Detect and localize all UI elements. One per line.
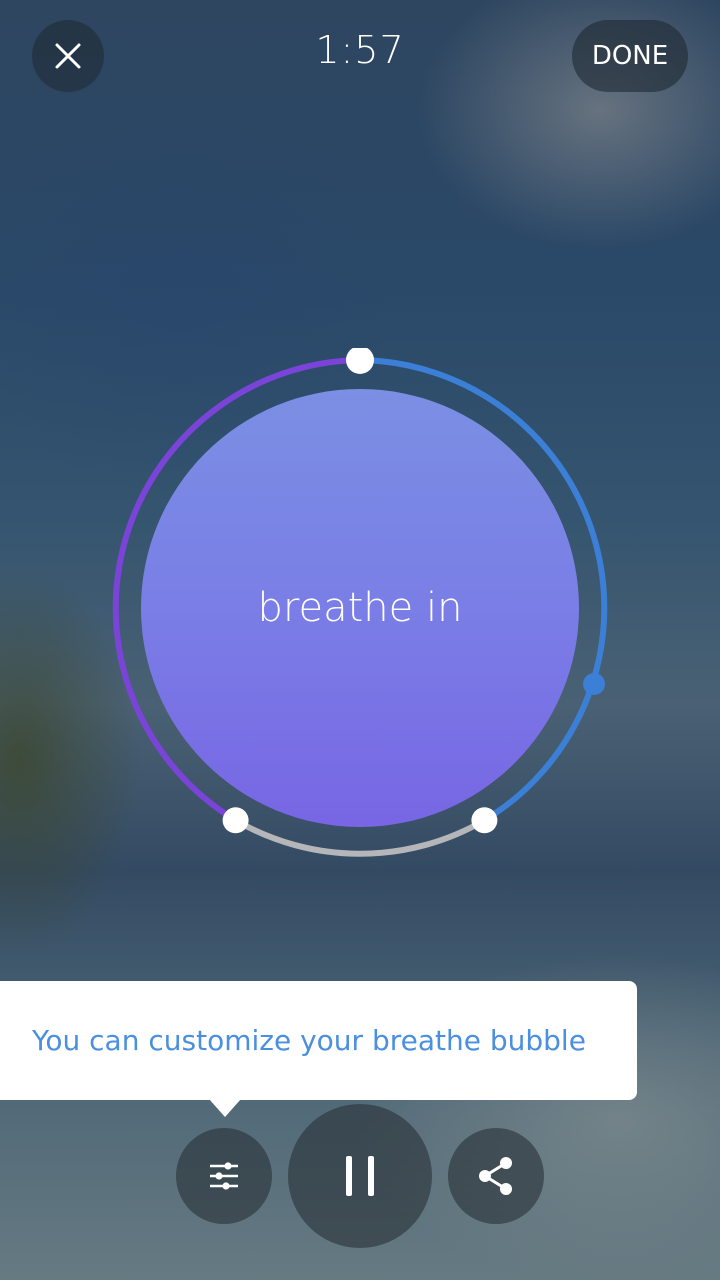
share-icon: [479, 1157, 512, 1195]
done-button[interactable]: DONE: [572, 20, 688, 92]
ring-marker-top: [346, 348, 374, 374]
breathe-bubble: breathe in: [141, 389, 579, 827]
progress-indicator-dot: [583, 673, 605, 695]
pause-icon: [346, 1156, 374, 1196]
customize-settings-button[interactable]: [176, 1128, 272, 1224]
ring-marker-bottom-right: [471, 807, 498, 834]
customize-tooltip[interactable]: You can customize your breathe bubble: [0, 981, 637, 1100]
breathe-screen: 1:57 DONE breathe in You can customize y…: [0, 0, 720, 1280]
sliders-icon: [210, 1162, 238, 1190]
pause-button[interactable]: [288, 1104, 432, 1248]
ring-marker-bottom-left: [222, 807, 249, 834]
breath-bubble-area: breathe in: [100, 348, 620, 868]
tooltip-pointer: [209, 1099, 241, 1117]
breath-prompt: breathe in: [257, 585, 463, 631]
share-button[interactable]: [448, 1128, 544, 1224]
tooltip-text: You can customize your breathe bubble: [32, 1024, 586, 1057]
